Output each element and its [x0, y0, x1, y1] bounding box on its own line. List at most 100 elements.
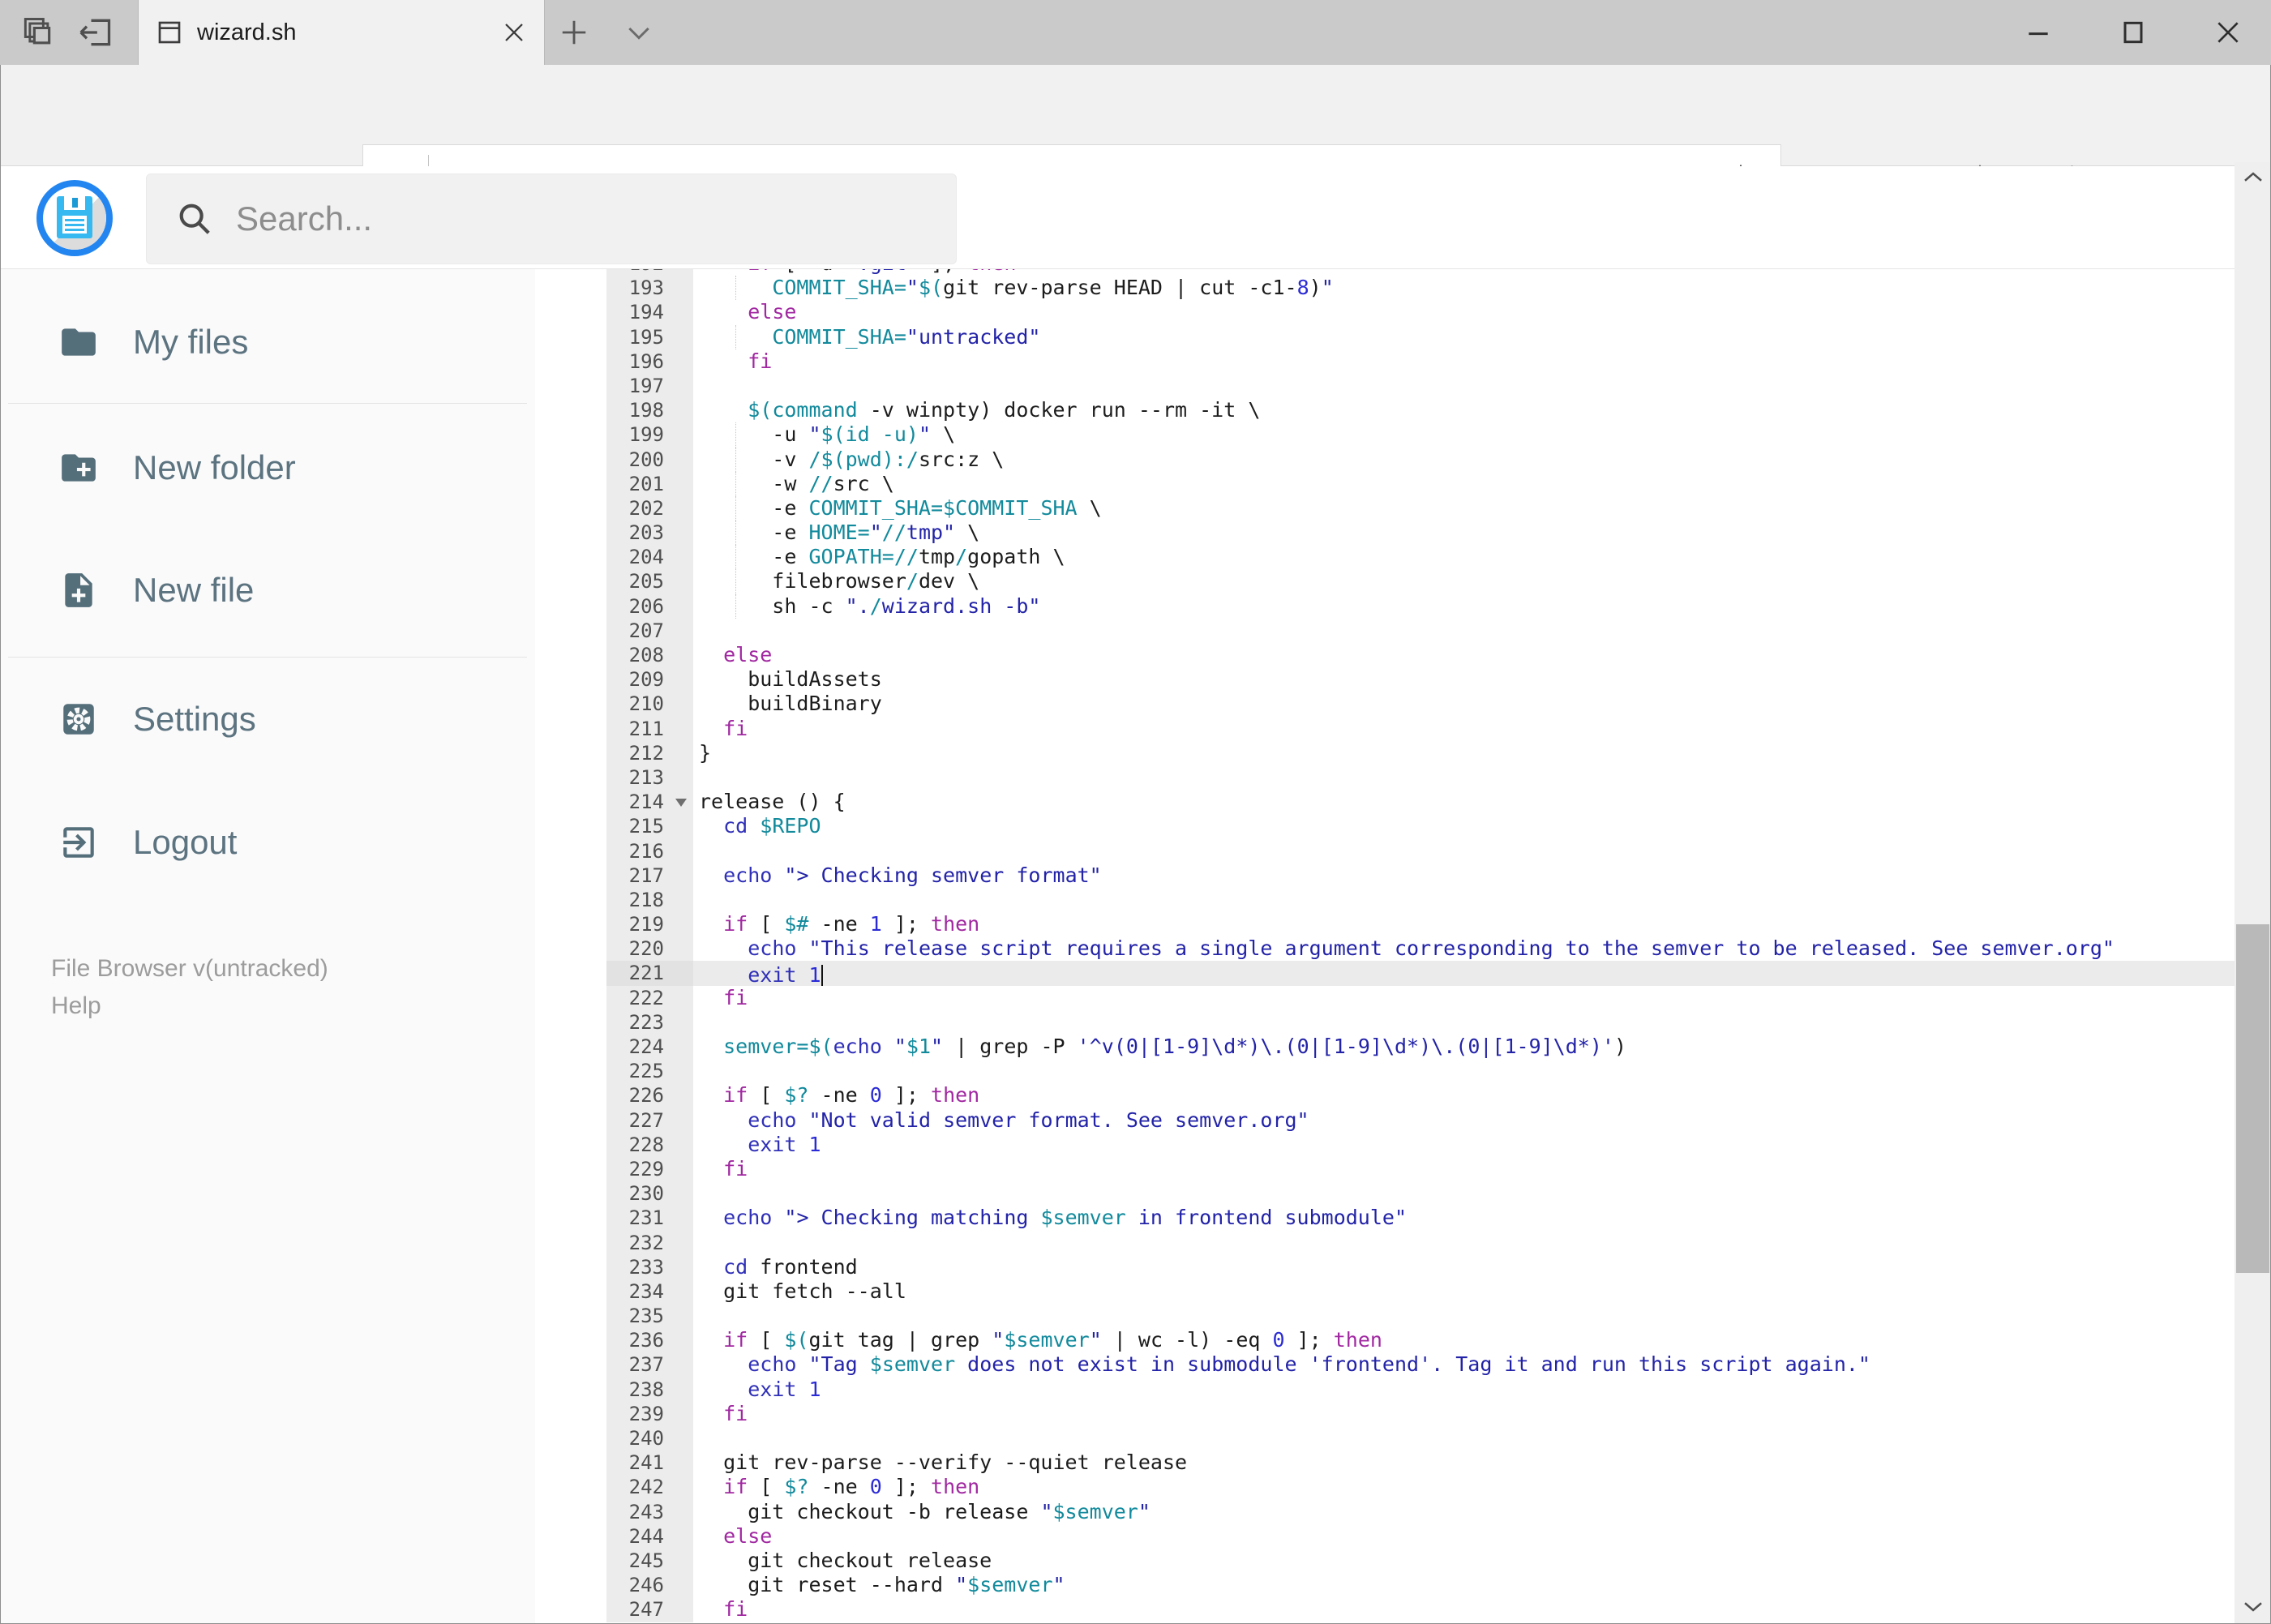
code-line-207[interactable]: 207 — [606, 618, 2235, 643]
tab-preview-button[interactable] — [618, 11, 660, 54]
code-line-209[interactable]: 209 buildAssets — [606, 667, 2235, 692]
line-number: 214 — [606, 790, 693, 815]
code-line-216[interactable]: 216 — [606, 838, 2235, 863]
line-number: 196 — [606, 349, 693, 374]
line-number: 231 — [606, 1206, 693, 1231]
code-line-246[interactable]: 246 git reset --hard "$semver" — [606, 1573, 2235, 1598]
close-window-button[interactable] — [2205, 10, 2251, 55]
code-line-240[interactable]: 240 — [606, 1426, 2235, 1451]
code-line-192[interactable]: 192 if [ -d ".git" ]; then — [606, 269, 2235, 276]
line-number: 217 — [606, 863, 693, 888]
code-line-201[interactable]: 201 -w //src \ — [606, 471, 2235, 497]
search-bar[interactable] — [146, 174, 957, 264]
code-text: $(command -v winpty) docker run --rm -it… — [748, 398, 1261, 422]
tabs-aside-list-button[interactable] — [16, 11, 58, 54]
line-number: 201 — [606, 471, 693, 496]
line-number: 243 — [606, 1499, 693, 1524]
code-line-204[interactable]: 204 -e GOPATH=//tmp/gopath \ — [606, 545, 2235, 570]
code-line-232[interactable]: 232 — [606, 1230, 2235, 1255]
fold-arrow-icon[interactable] — [675, 799, 687, 808]
code-line-233[interactable]: 233 cd frontend — [606, 1254, 2235, 1279]
code-line-222[interactable]: 222 fi — [606, 985, 2235, 1010]
code-line-211[interactable]: 211 fi — [606, 716, 2235, 741]
sidebar-item-settings[interactable]: Settings — [0, 658, 535, 780]
line-number: 242 — [606, 1475, 693, 1500]
code-line-224[interactable]: 224 semver=$(echo "$1" | grep -P '^v(0|[… — [606, 1035, 2235, 1060]
code-text: git checkout release — [699, 1548, 992, 1572]
sidebar-divider — [8, 657, 527, 658]
code-line-208[interactable]: 208 else — [606, 643, 2235, 668]
code-line-243[interactable]: 243 git checkout -b release "$semver" — [606, 1499, 2235, 1524]
scroll-up-icon[interactable] — [2241, 165, 2265, 190]
code-text: COMMIT_SHA="untracked" — [693, 324, 2235, 349]
code-line-200[interactable]: 200 -v /$(pwd):/src:z \ — [606, 447, 2235, 472]
code-line-227[interactable]: 227 echo "Not valid semver format. See s… — [606, 1108, 2235, 1133]
code-line-193[interactable]: 193 COMMIT_SHA="$(git rev-parse HEAD | c… — [606, 276, 2235, 301]
new-tab-button[interactable] — [553, 11, 595, 54]
code-line-234[interactable]: 234 git fetch --all — [606, 1279, 2235, 1305]
minimize-button[interactable] — [2016, 10, 2061, 55]
code-line-238[interactable]: 238 exit 1 — [606, 1377, 2235, 1402]
set-tabs-aside-button[interactable] — [75, 11, 117, 54]
code-editor[interactable]: 192 if [ -d ".git" ]; then193 COMMIT_SHA… — [606, 269, 2235, 1624]
code-line-236[interactable]: 236 if [ $(git tag | grep "$semver" | wc… — [606, 1328, 2235, 1353]
code-line-226[interactable]: 226 if [ $? -ne 0 ]; then — [606, 1083, 2235, 1108]
code-line-202[interactable]: 202 -e COMMIT_SHA=$COMMIT_SHA \ — [606, 495, 2235, 521]
code-line-215[interactable]: 215 cd $REPO — [606, 814, 2235, 839]
code-text: git reset --hard "$semver" — [699, 1573, 1065, 1597]
code-line-245[interactable]: 245 git checkout release — [606, 1548, 2235, 1574]
code-line-229[interactable]: 229 fi — [606, 1156, 2235, 1182]
code-line-210[interactable]: 210 buildBinary — [606, 692, 2235, 717]
code-text: exit 1 — [748, 1377, 821, 1401]
code-line-231[interactable]: 231 echo "> Checking matching $semver in… — [606, 1206, 2235, 1231]
sidebar-item-new-file[interactable]: New file — [0, 529, 535, 651]
scroll-down-icon[interactable] — [2241, 1594, 2265, 1618]
code-line-197[interactable]: 197 — [606, 373, 2235, 399]
code-line-244[interactable]: 244 else — [606, 1523, 2235, 1549]
code-line-205[interactable]: 205 filebrowser/dev \ — [606, 569, 2235, 594]
code-line-212[interactable]: 212} — [606, 740, 2235, 765]
code-line-221[interactable]: 221 exit 1 — [606, 961, 2235, 987]
code-line-247[interactable]: 247 fi — [606, 1597, 2235, 1622]
tab-favicon-icon — [156, 19, 182, 46]
sidebar-item-new-folder[interactable]: New folder — [0, 407, 535, 529]
code-text: fi — [723, 1401, 748, 1425]
code-line-235[interactable]: 235 — [606, 1304, 2235, 1329]
code-line-225[interactable]: 225 — [606, 1059, 2235, 1084]
help-link[interactable]: Help — [51, 992, 101, 1020]
code-line-199[interactable]: 199 -u "$(id -u)" \ — [606, 422, 2235, 448]
code-text: git checkout -b release "$semver" — [699, 1499, 1150, 1523]
code-line-239[interactable]: 239 fi — [606, 1401, 2235, 1426]
code-line-195[interactable]: 195 COMMIT_SHA="untracked" — [606, 324, 2235, 349]
code-line-237[interactable]: 237 echo "Tag $semver does not exist in … — [606, 1352, 2235, 1378]
code-line-220[interactable]: 220 echo "This release script requires a… — [606, 936, 2235, 962]
code-line-218[interactable]: 218 — [606, 887, 2235, 913]
code-line-217[interactable]: 217 echo "> Checking semver format" — [606, 863, 2235, 888]
code-line-214[interactable]: 214 release () { — [606, 790, 2235, 815]
code-line-196[interactable]: 196 fi — [606, 349, 2235, 374]
code-line-213[interactable]: 213 — [606, 765, 2235, 791]
code-line-241[interactable]: 241 git rev-parse --verify --quiet relea… — [606, 1450, 2235, 1476]
close-tab-icon[interactable] — [502, 20, 526, 45]
code-line-206[interactable]: 206 sh -c "./wizard.sh -b" — [606, 593, 2235, 619]
scrollbar-thumb[interactable] — [2236, 924, 2269, 1273]
new-file-icon — [58, 570, 99, 611]
code-line-203[interactable]: 203 -e HOME="//tmp" \ — [606, 521, 2235, 546]
code-text: sh -c "./wizard.sh -b" — [693, 593, 2235, 619]
code-line-223[interactable]: 223 — [606, 1009, 2235, 1035]
code-line-219[interactable]: 219 if [ $# -ne 1 ]; then — [606, 912, 2235, 937]
maximize-icon — [2117, 16, 2149, 49]
sidebar-item-logout[interactable]: Logout — [0, 782, 535, 903]
page-scrollbar[interactable] — [2235, 162, 2271, 1624]
code-line-198[interactable]: 198 $(command -v winpty) docker run --rm… — [606, 398, 2235, 423]
code-line-228[interactable]: 228 exit 1 — [606, 1132, 2235, 1157]
code-line-242[interactable]: 242 if [ $? -ne 0 ]; then — [606, 1475, 2235, 1500]
code-line-194[interactable]: 194 else — [606, 300, 2235, 325]
app-logo[interactable] — [36, 180, 113, 256]
search-input[interactable] — [234, 199, 902, 239]
code-line-230[interactable]: 230 — [606, 1181, 2235, 1206]
sidebar-item-my-files[interactable]: My files — [0, 281, 535, 403]
maximize-button[interactable] — [2110, 10, 2156, 55]
browser-tab[interactable]: wizard.sh — [138, 0, 545, 65]
